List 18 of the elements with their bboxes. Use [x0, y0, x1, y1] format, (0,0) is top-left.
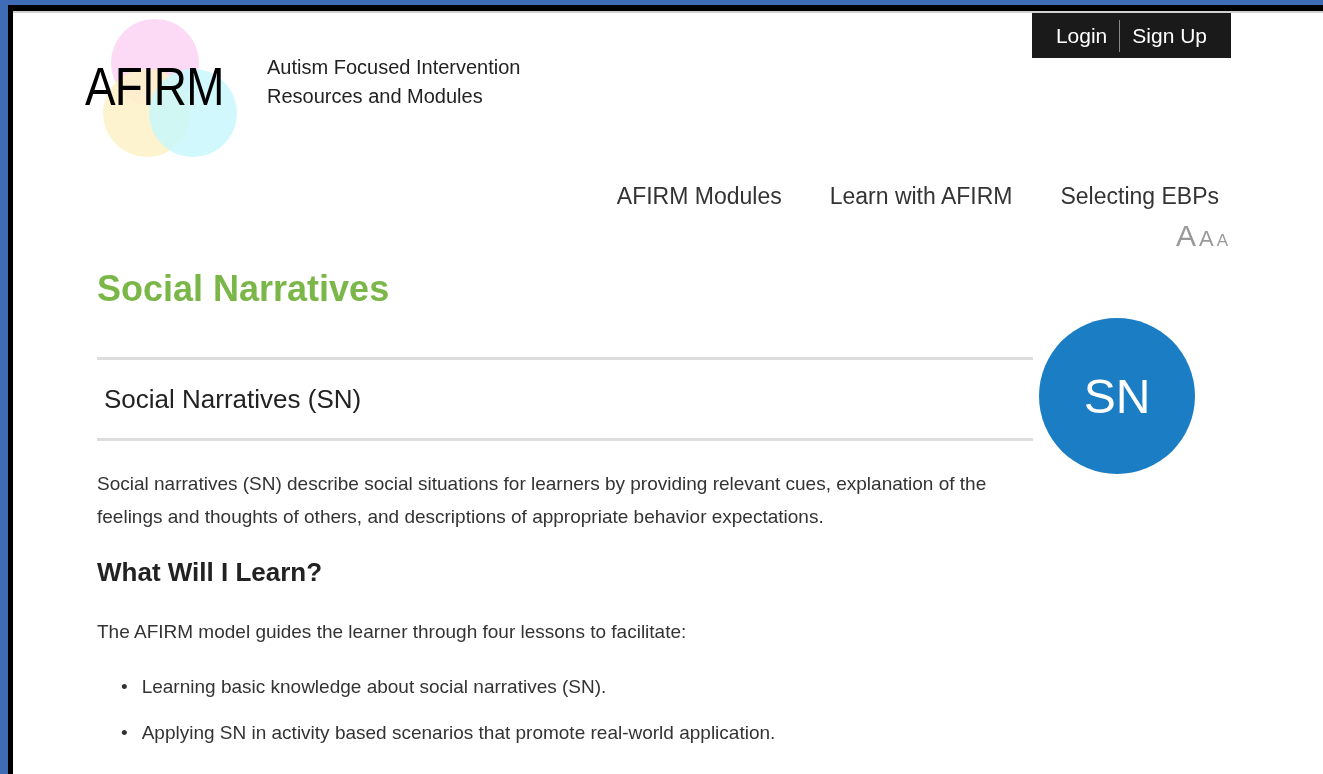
intro-paragraph: Social narratives (SN) describe social situations for learners by providing relevant cues, explanation of the feelings and thoughts of others, and descriptions of appropriate behavior expectations. [97, 472, 988, 529]
nav-link[interactable]: Learn with AFIRM [829, 181, 1013, 211]
bullet-item: Learning basic knowledge about social narratives (SN). [141, 675, 607, 699]
module-badge: SN [1039, 318, 1195, 474]
site-tagline: Resources and Modules [267, 84, 484, 109]
page-title: Social Narratives [97, 267, 391, 311]
login-link[interactable]: Login [1043, 23, 1120, 48]
bullet-item: Applying SN in activity based scenarios that promote real-world application. [141, 721, 776, 745]
module-heading: Social Narratives (SN) [103, 383, 363, 416]
bullet-marker: • [121, 675, 128, 699]
lead-paragraph: The AFIRM model guides the learner through four lessons to facilitate: [97, 620, 688, 644]
site-tagline: Autism Focused Intervention [267, 55, 521, 80]
nav-link[interactable]: Selecting EBPs [1060, 181, 1219, 211]
signup-link[interactable]: Sign Up [1120, 23, 1219, 48]
logo-wordmark[interactable]: AFIRM [85, 59, 224, 113]
bullet-marker: • [121, 721, 128, 745]
nav-link[interactable]: AFIRM Modules [616, 181, 782, 211]
section-heading: What Will I Learn? [97, 556, 324, 589]
